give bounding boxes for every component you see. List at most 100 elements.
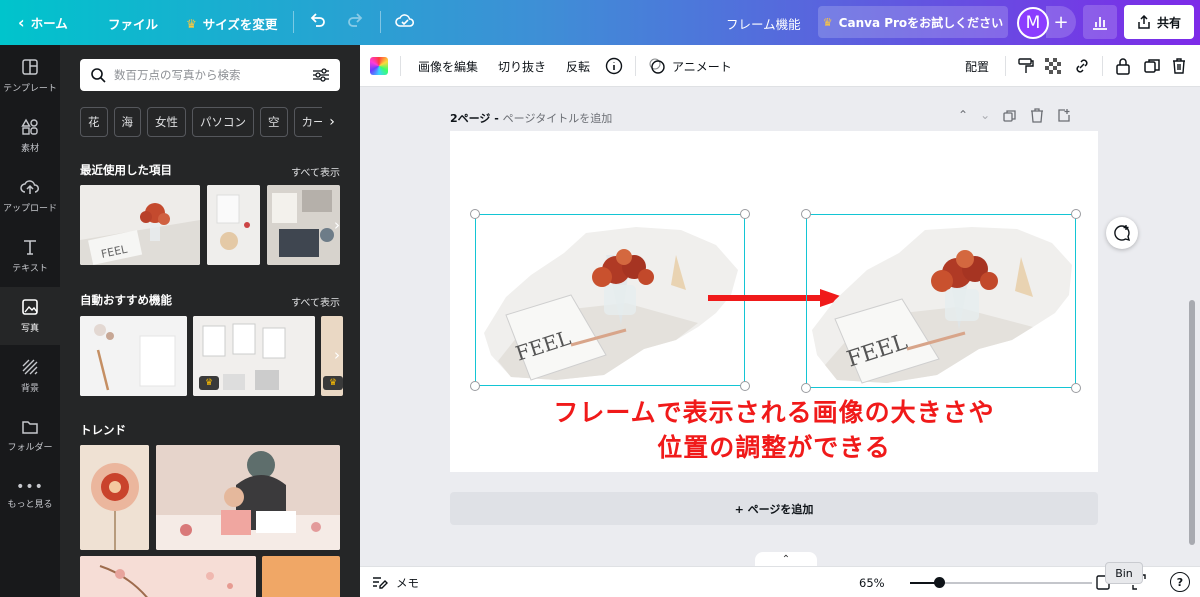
add-page-icon[interactable]: [1056, 108, 1072, 124]
nav-item-more[interactable]: ••• もっと見る: [0, 467, 60, 525]
resize-handle[interactable]: [740, 209, 750, 219]
chevron-up-icon[interactable]: ⌃: [958, 108, 968, 124]
resize-handle[interactable]: [801, 383, 811, 393]
photo-thumbnail[interactable]: [156, 445, 340, 550]
auto-see-all[interactable]: すべて表示: [291, 294, 340, 309]
chip[interactable]: 女性: [147, 107, 186, 137]
help-button[interactable]: ?: [1170, 572, 1190, 592]
nav-label: テンプレート: [3, 84, 57, 94]
animate-icon: [649, 58, 665, 74]
invite-plus-button[interactable]: +: [1046, 6, 1076, 38]
upload-icon: [20, 180, 39, 194]
nav-item-backgrounds[interactable]: 背景: [0, 347, 60, 405]
chip[interactable]: 花: [80, 107, 108, 137]
chips-next-arrow[interactable]: ›: [322, 107, 342, 137]
nav-item-photos[interactable]: 写真: [0, 287, 60, 345]
nav-item-folders[interactable]: フォルダー: [0, 407, 60, 465]
animate-button[interactable]: アニメート: [648, 45, 732, 87]
image-frame-before[interactable]: FEEL: [470, 209, 750, 391]
position-button[interactable]: 配置: [965, 45, 989, 87]
tooltip-label: Bin: [1115, 566, 1133, 580]
nav-item-uploads[interactable]: アップロード: [0, 167, 60, 225]
divider: [1005, 56, 1006, 76]
add-page-label: + ページを追加: [734, 502, 814, 516]
resize-handle[interactable]: [1071, 209, 1081, 219]
flip-button[interactable]: 反転: [566, 45, 590, 87]
context-toolbar: 画像を編集 切り抜き 反転 アニメート 配置: [360, 45, 1200, 87]
zoom-slider-knob[interactable]: [934, 577, 946, 588]
recent-see-all[interactable]: すべて表示: [291, 164, 340, 179]
chip[interactable]: 空: [260, 107, 288, 137]
home-button[interactable]: ‹ ホーム: [18, 13, 68, 32]
crop-button[interactable]: 切り抜き: [498, 45, 546, 87]
photo-thumbnail[interactable]: [207, 185, 260, 265]
delete-button[interactable]: [1171, 45, 1187, 87]
auto-next-arrow[interactable]: ›: [326, 344, 348, 366]
paint-format-button[interactable]: [1017, 45, 1035, 87]
edit-image-button[interactable]: 画像を編集: [418, 45, 478, 87]
insights-button[interactable]: [1083, 5, 1117, 39]
resize-handle[interactable]: [740, 381, 750, 391]
share-button[interactable]: 共有: [1124, 5, 1194, 39]
cloud-save-icon[interactable]: [395, 12, 415, 33]
filter-icon[interactable]: [312, 67, 330, 83]
file-menu[interactable]: ファイル: [108, 14, 158, 33]
nav-label: アップロード: [2, 204, 57, 214]
chevron-right-icon: ›: [334, 346, 340, 364]
photo-thumbnail[interactable]: [80, 445, 149, 550]
page-title[interactable]: 2ページ - ページタイトルを追加: [450, 110, 612, 126]
canva-pro-button[interactable]: ♛ Canva Proをお試しください: [818, 6, 1008, 38]
photo-thumbnail[interactable]: [262, 556, 340, 597]
frame-photo: FEEL: [812, 227, 1072, 384]
frame-feature-title[interactable]: フレーム機能: [726, 14, 801, 33]
left-nav: テンプレート 素材 アップロード テキスト 写真 背景 フォルダー ••• もっ…: [0, 45, 60, 597]
add-comment-button[interactable]: [1106, 217, 1138, 249]
photo-thumbnail[interactable]: FEEL: [80, 185, 200, 265]
zoom-value[interactable]: 65%: [859, 576, 885, 590]
lock-button[interactable]: [1115, 45, 1131, 87]
caption-text[interactable]: フレームで表示される画像の大きさや 位置の調整ができる: [450, 395, 1098, 465]
nav-item-templates[interactable]: テンプレート: [0, 47, 60, 105]
image-frame-after[interactable]: FEEL: [801, 209, 1081, 393]
duplicate-page-icon[interactable]: [1002, 108, 1018, 124]
photo-thumbnail[interactable]: [80, 556, 256, 597]
page-number-label: 2ページ -: [450, 112, 503, 125]
undo-icon[interactable]: [309, 11, 327, 32]
add-page-button[interactable]: + ページを追加: [450, 492, 1098, 525]
info-button[interactable]: [605, 45, 623, 87]
trash-icon: [1173, 58, 1185, 74]
redo-icon[interactable]: [346, 11, 364, 32]
nav-item-text[interactable]: テキスト: [0, 227, 60, 285]
chevron-down-icon[interactable]: ⌄: [980, 108, 990, 124]
nav-label: 背景: [20, 384, 39, 394]
notes-button[interactable]: メモ: [372, 575, 419, 591]
lock-icon: [1116, 58, 1130, 75]
link-button[interactable]: [1073, 45, 1091, 87]
paint-roller-icon: [1018, 58, 1034, 73]
resize-handle[interactable]: [470, 381, 480, 391]
duplicate-button[interactable]: [1143, 45, 1161, 87]
canvas-scrollbar[interactable]: [1189, 300, 1195, 545]
chip[interactable]: パソコン: [192, 107, 254, 137]
transparency-button[interactable]: [1045, 45, 1061, 87]
search-input[interactable]: [114, 68, 304, 82]
photo-thumbnail[interactable]: [80, 316, 187, 396]
premium-badge: ♛: [323, 376, 343, 390]
chip[interactable]: 海: [113, 107, 141, 137]
search-box[interactable]: [80, 59, 340, 91]
nav-item-elements[interactable]: 素材: [0, 107, 60, 165]
show-pages-tab[interactable]: ⌃: [755, 552, 817, 567]
recent-next-arrow[interactable]: ›: [326, 214, 348, 236]
page-actions: ⌃ ⌄: [958, 108, 1072, 124]
zoom-slider[interactable]: [910, 577, 1092, 588]
avatar[interactable]: M: [1017, 7, 1049, 39]
delete-page-icon[interactable]: [1030, 108, 1044, 124]
color-picker-button[interactable]: [370, 45, 388, 87]
page-title-placeholder[interactable]: ページタイトルを追加: [503, 112, 613, 125]
resize-button[interactable]: ♛ サイズを変更: [186, 14, 277, 33]
photo-thumbnail[interactable]: ♛: [193, 316, 315, 396]
resize-handle[interactable]: [1071, 383, 1081, 393]
resize-handle[interactable]: [801, 209, 811, 219]
resize-handle[interactable]: [470, 209, 480, 219]
crop-label: 切り抜き: [498, 59, 547, 74]
